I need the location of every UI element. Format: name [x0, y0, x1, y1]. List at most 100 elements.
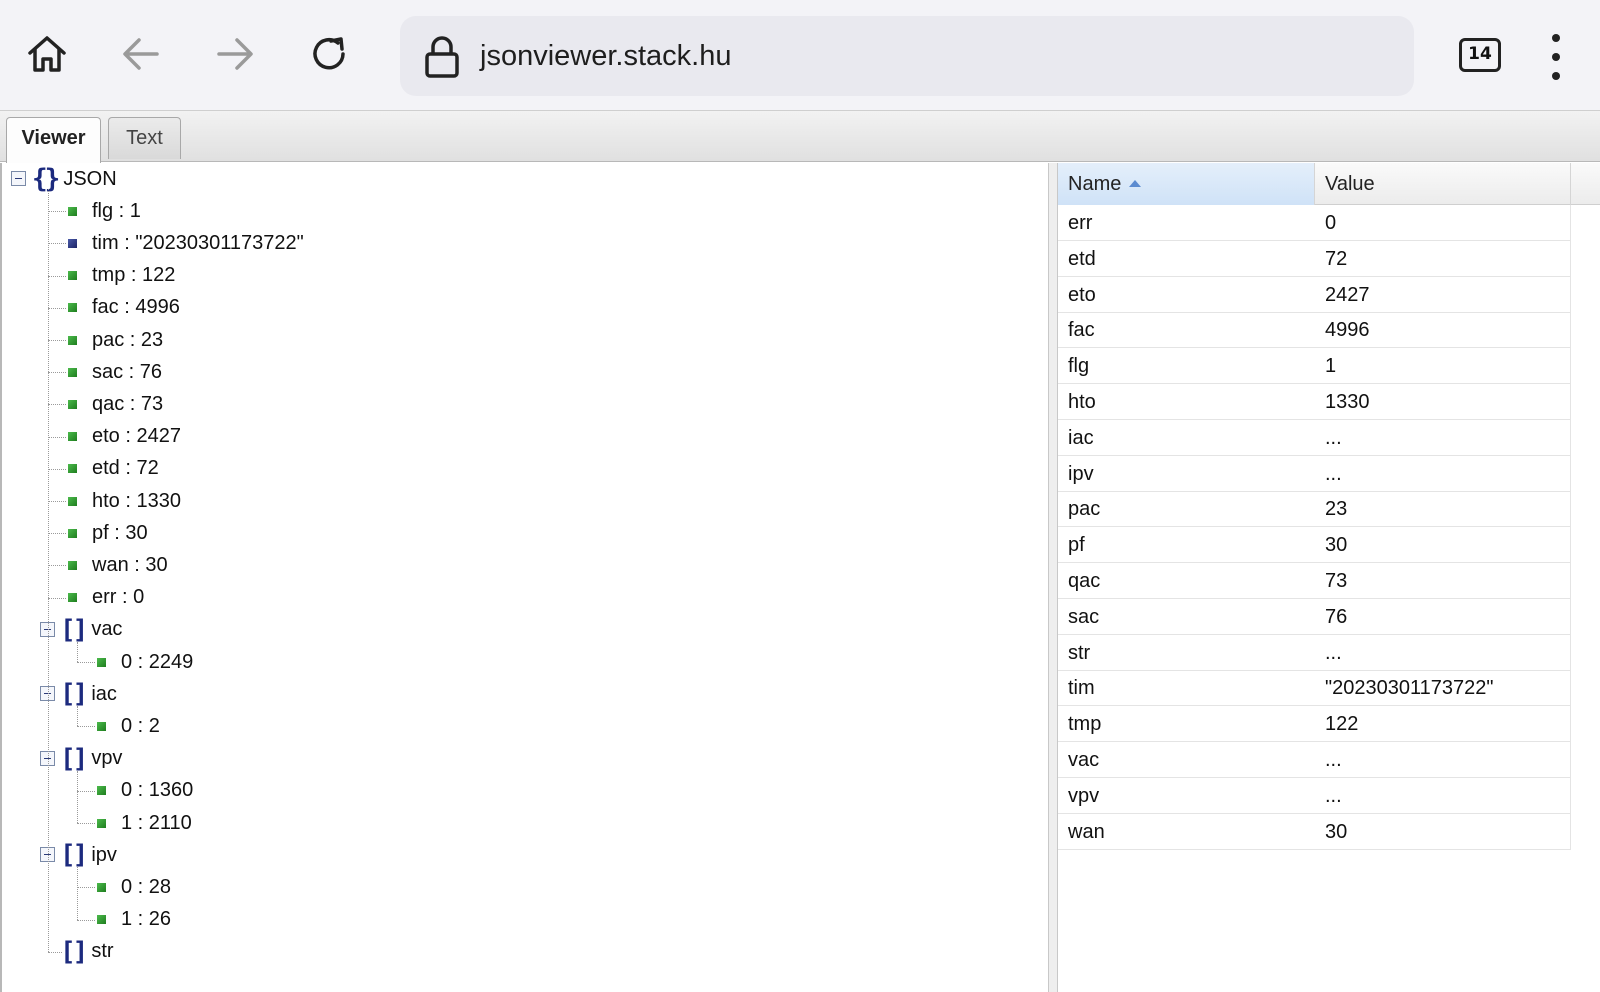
json-tree: {} JSON flg : 1 tim : "20230301173722" tmp :… — [0, 163, 1048, 992]
tab-count-button[interactable]: 14 — [1459, 38, 1501, 72]
pane-splitter[interactable] — [1048, 163, 1058, 992]
grid-row[interactable]: wan 30 — [1058, 813, 1571, 850]
reload-button[interactable] — [301, 26, 357, 82]
tree-connector — [48, 533, 66, 535]
tree-connector — [77, 726, 95, 728]
column-header-value[interactable]: Value — [1315, 163, 1571, 205]
tree-item-label: 1 : 2110 — [121, 811, 192, 834]
tree-item[interactable]: err : 0 — [68, 582, 144, 614]
grid-row[interactable]: fac 4996 — [1058, 312, 1571, 349]
number-value-icon — [68, 593, 77, 603]
home-button[interactable] — [19, 26, 75, 82]
tree-connector — [77, 662, 95, 663]
tab-text[interactable]: Text — [108, 117, 181, 159]
tree-connector — [77, 919, 95, 921]
grid-row[interactable]: iac... — [1058, 419, 1571, 456]
number-value-icon — [97, 818, 106, 828]
tree-item[interactable]: pf : 30 — [68, 517, 148, 549]
tree-connector — [48, 501, 66, 502]
number-value-icon — [97, 915, 106, 925]
tree-item[interactable]: 0 : 1360 — [97, 775, 193, 807]
tree-item-label: wan : 30 — [92, 553, 168, 576]
grid-row[interactable]: eto 2427 — [1058, 276, 1571, 313]
tree-item[interactable]: sac : 76 — [68, 356, 162, 388]
tree-item[interactable]: hto : 1330 — [68, 485, 181, 517]
tree-item[interactable]: wan : 30 — [68, 549, 168, 581]
grid-row[interactable]: pac 23 — [1058, 491, 1571, 528]
object-icon: {} — [32, 164, 60, 194]
grid-row[interactable]: vac... — [1058, 742, 1571, 778]
array-icon: [] — [60, 743, 88, 774]
tree-item[interactable]: 1 : 26 — [97, 904, 171, 936]
grid-row[interactable]: tim "20230301173722" — [1058, 670, 1571, 707]
tree-connector — [48, 468, 66, 470]
tree-item[interactable]: 0 : 2 — [97, 710, 160, 742]
grid-row[interactable]: ipv... — [1058, 455, 1571, 492]
tree-item[interactable]: tim : "20230301173722" — [68, 227, 304, 259]
grid-row[interactable]: qac 73 — [1058, 563, 1571, 599]
grid-header: Name Value — [1058, 163, 1600, 205]
tree-root-label: JSON — [63, 167, 117, 190]
tree-array-label: vpv — [91, 747, 123, 770]
number-value-icon — [68, 271, 77, 281]
address-bar[interactable]: jsonviewer.stack.hu — [400, 16, 1414, 96]
grid-cell-value: ... — [1325, 749, 1342, 771]
tree-item-label: qac : 73 — [92, 392, 164, 415]
array-icon: [] — [60, 936, 88, 967]
grid-cell-value: 30 — [1325, 820, 1348, 843]
tree-item[interactable]: flg : 1 — [68, 195, 141, 227]
array-icon: [] — [60, 679, 88, 710]
tree-connector — [48, 275, 66, 277]
grid-cell-name: iac — [1068, 426, 1094, 449]
grid-row[interactable]: etd 72 — [1058, 240, 1571, 277]
number-value-icon — [68, 206, 77, 216]
tree-root[interactable]: {} JSON — [32, 163, 117, 195]
tree-item-label: fac : 4996 — [92, 296, 180, 319]
tree-item[interactable]: 0 : 2249 — [97, 646, 193, 678]
grid-row[interactable]: hto 1330 — [1058, 384, 1571, 420]
tree-item-label: 0 : 1360 — [121, 779, 194, 802]
grid-row[interactable]: pf 30 — [1058, 527, 1571, 564]
browser-toolbar: jsonviewer.stack.hu 14 — [0, 0, 1600, 110]
tree-array-vac[interactable]: [] vac — [60, 614, 122, 646]
menu-icon[interactable] — [1544, 34, 1568, 80]
number-value-icon — [68, 528, 77, 538]
tree-item[interactable]: eto : 2427 — [68, 421, 181, 453]
grid-cell-value: 1330 — [1325, 391, 1370, 413]
back-button[interactable] — [113, 26, 169, 82]
grid-cell-name: fac — [1068, 319, 1095, 342]
grid-row[interactable]: err 0 — [1058, 205, 1571, 241]
tab-viewer[interactable]: Viewer — [6, 117, 101, 164]
tree-item[interactable]: pac : 23 — [68, 324, 163, 356]
column-header-name[interactable]: Name — [1058, 163, 1315, 205]
grid-cell-name: vac — [1068, 749, 1100, 771]
tree-item[interactable]: 0 : 28 — [97, 871, 171, 903]
tree-item-label: pf : 30 — [92, 521, 148, 544]
tree-connector — [48, 565, 66, 567]
grid-cell-name: pac — [1068, 498, 1101, 521]
grid-row[interactable]: str... — [1058, 634, 1571, 671]
tree-item[interactable]: qac : 73 — [68, 388, 163, 420]
grid-row[interactable]: sac 76 — [1058, 598, 1571, 635]
tree-array-ipv[interactable]: [] ipv — [60, 839, 117, 871]
lock-icon — [425, 36, 459, 78]
grid-cell-name: vpv — [1068, 784, 1100, 807]
array-icon: [] — [60, 614, 88, 645]
array-icon: [] — [60, 840, 88, 871]
tree-array-label: vac — [91, 618, 123, 641]
number-value-icon — [68, 335, 77, 345]
tree-item[interactable]: tmp : 122 — [68, 260, 175, 292]
viewer-tab-strip: Viewer Text — [0, 110, 1600, 164]
tree-array-vpv[interactable]: [] vpv — [60, 743, 122, 775]
collapse-toggle[interactable] — [11, 171, 26, 186]
tree-item[interactable]: etd : 72 — [68, 453, 159, 485]
grid-row[interactable]: flg 1 — [1058, 348, 1571, 385]
tree-item[interactable]: fac : 4996 — [68, 292, 180, 324]
grid-row[interactable]: vpv... — [1058, 777, 1571, 814]
tree-array-iac[interactable]: [] iac — [60, 678, 117, 710]
tree-item[interactable]: 1 : 2110 — [97, 807, 192, 839]
grid-row[interactable]: tmp 122 — [1058, 706, 1571, 743]
tree-array-str[interactable]: [] str — [60, 936, 114, 968]
grid-cell-name: str — [1068, 641, 1091, 664]
forward-button[interactable] — [207, 26, 263, 82]
